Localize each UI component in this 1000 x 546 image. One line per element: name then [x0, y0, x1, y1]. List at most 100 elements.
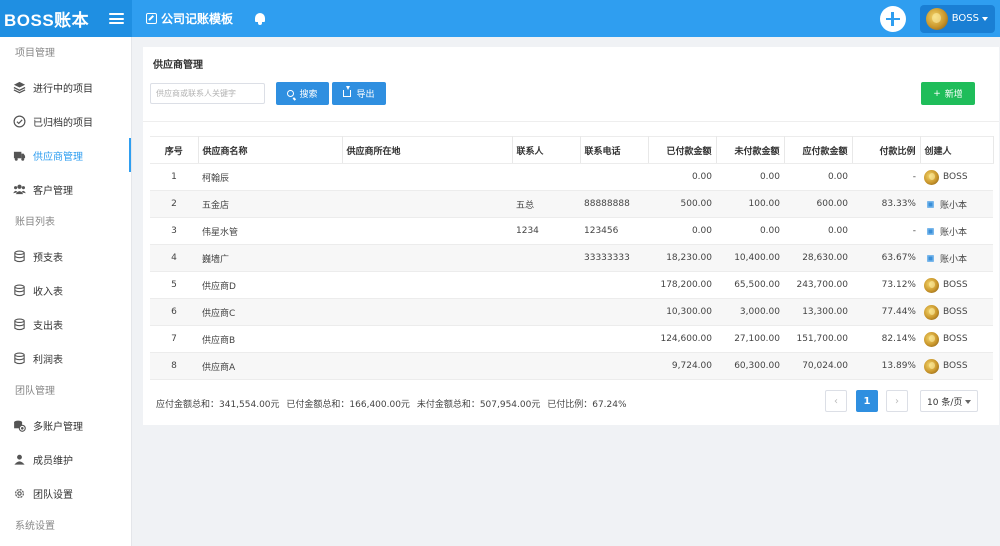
search-button-label: 搜索 — [299, 90, 318, 100]
cell-payable: 13,300.00 — [784, 298, 852, 326]
page-1-button[interactable]: 1 — [856, 390, 878, 412]
download-icon — [343, 86, 352, 97]
sidebar-item-advance-table[interactable]: 预支表 — [0, 239, 131, 273]
caret-down-icon — [982, 16, 988, 21]
cell-ratio: 63.67% — [852, 244, 920, 272]
cell-paid: 18,230.00 — [648, 244, 716, 272]
cell-payable: 151,700.00 — [784, 325, 852, 353]
cell-unpaid: 65,500.00 — [716, 271, 784, 299]
database-icon — [14, 352, 25, 364]
export-button[interactable]: 导出 — [332, 82, 386, 105]
sidebar-item-label: 团队设置 — [33, 489, 73, 501]
bell-icon[interactable] — [254, 12, 266, 25]
supplier-table: 序号 供应商名称 供应商所在地 联系人 联系电话 已付款金额 未付款金额 应付款… — [150, 136, 994, 380]
table-row[interactable]: 2 五金店 五总 88888888 500.00 100.00 600.00 83.33% 账小… — [150, 190, 993, 218]
top-right-actions: BOSS — [879, 4, 1000, 33]
table-row[interactable]: 6 供应商C 10,300.00 3,000.00 13,300.00 77.44% BOS… — [150, 298, 993, 326]
table-row[interactable]: 7 供应商B 124,600.00 27,100.00 151,700.00 82.14%… — [150, 325, 993, 353]
col-header-ratio: 付款比例 — [852, 136, 921, 164]
page-title: 供应商管理 — [153, 60, 203, 71]
sidebar-item-income-table[interactable]: 收入表 — [0, 273, 131, 307]
table-row[interactable]: 1 柯翰辰 0.00 0.00 0.00- BOSS — [150, 163, 993, 191]
add-button[interactable]: + 新增 — [921, 82, 975, 105]
check-circle-icon — [13, 115, 26, 127]
cell-contact — [512, 271, 580, 299]
cell-paid: 9,724.00 — [648, 352, 716, 380]
cell-location — [342, 298, 512, 326]
cell-paid: 124,600.00 — [648, 325, 716, 353]
cell-creator: BOSS — [920, 298, 993, 326]
sidebar-item-multi-account[interactable]: 多账户管理 — [0, 408, 131, 442]
cell-payable: 28,630.00 — [784, 244, 852, 272]
table-row[interactable]: 3 伟星水管 1234 123456 0.00 0.00 0.00- 账小本 — [150, 217, 993, 245]
sidebar-item-label: 利润表 — [33, 354, 63, 366]
cell-payable: 0.00 — [784, 217, 852, 245]
page-size-select[interactable]: 10 条/页 — [920, 390, 978, 412]
cell-unpaid: 27,100.00 — [716, 325, 784, 353]
search-button[interactable]: 搜索 — [276, 82, 329, 105]
cell-payable: 243,700.00 — [784, 271, 852, 299]
brand-logo[interactable]: BOSS账本 — [4, 6, 89, 31]
cell-location — [342, 271, 512, 299]
cell-index: 1 — [150, 163, 198, 191]
table-row[interactable]: 8 供应商A 9,724.00 60,300.00 70,024.00 13.89% BOS… — [150, 352, 993, 380]
cell-payable: 0.00 — [784, 163, 852, 191]
edit-icon — [146, 13, 157, 24]
prev-page-button[interactable]: ‹ — [825, 390, 847, 412]
cell-location — [342, 244, 512, 272]
search-icon — [287, 90, 295, 97]
export-button-label: 导出 — [356, 90, 375, 100]
cell-supplier-name: 供应商D — [198, 271, 342, 299]
cell-creator: 账小本 — [920, 190, 993, 218]
cell-phone — [580, 352, 648, 380]
supplier-panel: 供应商管理 搜索 导出 + 新增 序号 供应商名称 — [143, 47, 999, 425]
cell-ratio: 77.44% — [852, 298, 920, 326]
col-header-unpaid: 未付款金额 — [716, 136, 785, 164]
brand: BOSS账本 — [0, 0, 132, 37]
sidebar-item-label: 客户管理 — [33, 185, 73, 197]
sidebar-item-profit-table[interactable]: 利润表 — [0, 341, 131, 375]
plus-icon: + — [933, 88, 941, 99]
breadcrumb[interactable]: 公司记账模板 — [146, 10, 233, 27]
cell-location — [342, 325, 512, 353]
sidebar-item-expense-table[interactable]: 支出表 — [0, 307, 131, 341]
database-icon — [14, 250, 25, 262]
user-name: BOSS — [951, 13, 979, 24]
add-button-label: 新增 — [944, 90, 963, 100]
avatar — [924, 277, 939, 293]
sidebar-item-team-settings[interactable]: 团队设置 — [0, 476, 131, 510]
page-size-label: 10 条/页 — [927, 397, 963, 408]
search-input[interactable] — [150, 83, 265, 104]
cell-phone: 88888888 — [580, 190, 648, 218]
sidebar-section-system: 系统设置 — [15, 521, 55, 532]
avatar — [924, 169, 939, 185]
col-header-creator: 创建人 — [920, 136, 994, 164]
sidebar-item-archived-projects[interactable]: 已归档的项目 — [0, 104, 131, 138]
sidebar-item-active-projects[interactable]: 进行中的项目 — [0, 70, 131, 104]
creator-name: BOSS — [943, 172, 968, 182]
menu-toggle-icon[interactable] — [109, 13, 125, 24]
cell-supplier-name: 供应商C — [198, 298, 342, 326]
cell-location — [342, 217, 512, 245]
breadcrumb-label: 公司记账模板 — [161, 12, 234, 26]
cell-index: 5 — [150, 271, 198, 299]
users-icon — [13, 184, 26, 194]
layers-icon — [13, 81, 26, 93]
cell-payable: 600.00 — [784, 190, 852, 218]
sidebar-item-customers[interactable]: 客户管理 — [0, 172, 131, 206]
cell-supplier-name: 巍墙广 — [198, 244, 342, 272]
table-row[interactable]: 5 供应商D 178,200.00 65,500.00 243,700.00 73.12%… — [150, 271, 993, 299]
sidebar-item-label: 已归档的项目 — [33, 117, 93, 129]
avatar — [924, 304, 939, 320]
creator-name: BOSS — [943, 307, 968, 317]
sidebar-item-members[interactable]: 成员维护 — [0, 442, 131, 476]
user-menu[interactable]: BOSS — [919, 4, 995, 33]
col-header-payable: 应付款金额 — [784, 136, 853, 164]
user-badge-icon — [927, 227, 934, 235]
sidebar-item-suppliers[interactable]: 供应商管理 — [0, 138, 131, 172]
sidebar-item-label: 进行中的项目 — [33, 83, 93, 95]
table-row[interactable]: 4 巍墙广 33333333 18,230.00 10,400.00 28,630.00 6… — [150, 244, 993, 272]
cell-ratio: 83.33% — [852, 190, 920, 218]
add-circle-icon[interactable] — [879, 5, 906, 32]
next-page-button[interactable]: › — [886, 390, 908, 412]
